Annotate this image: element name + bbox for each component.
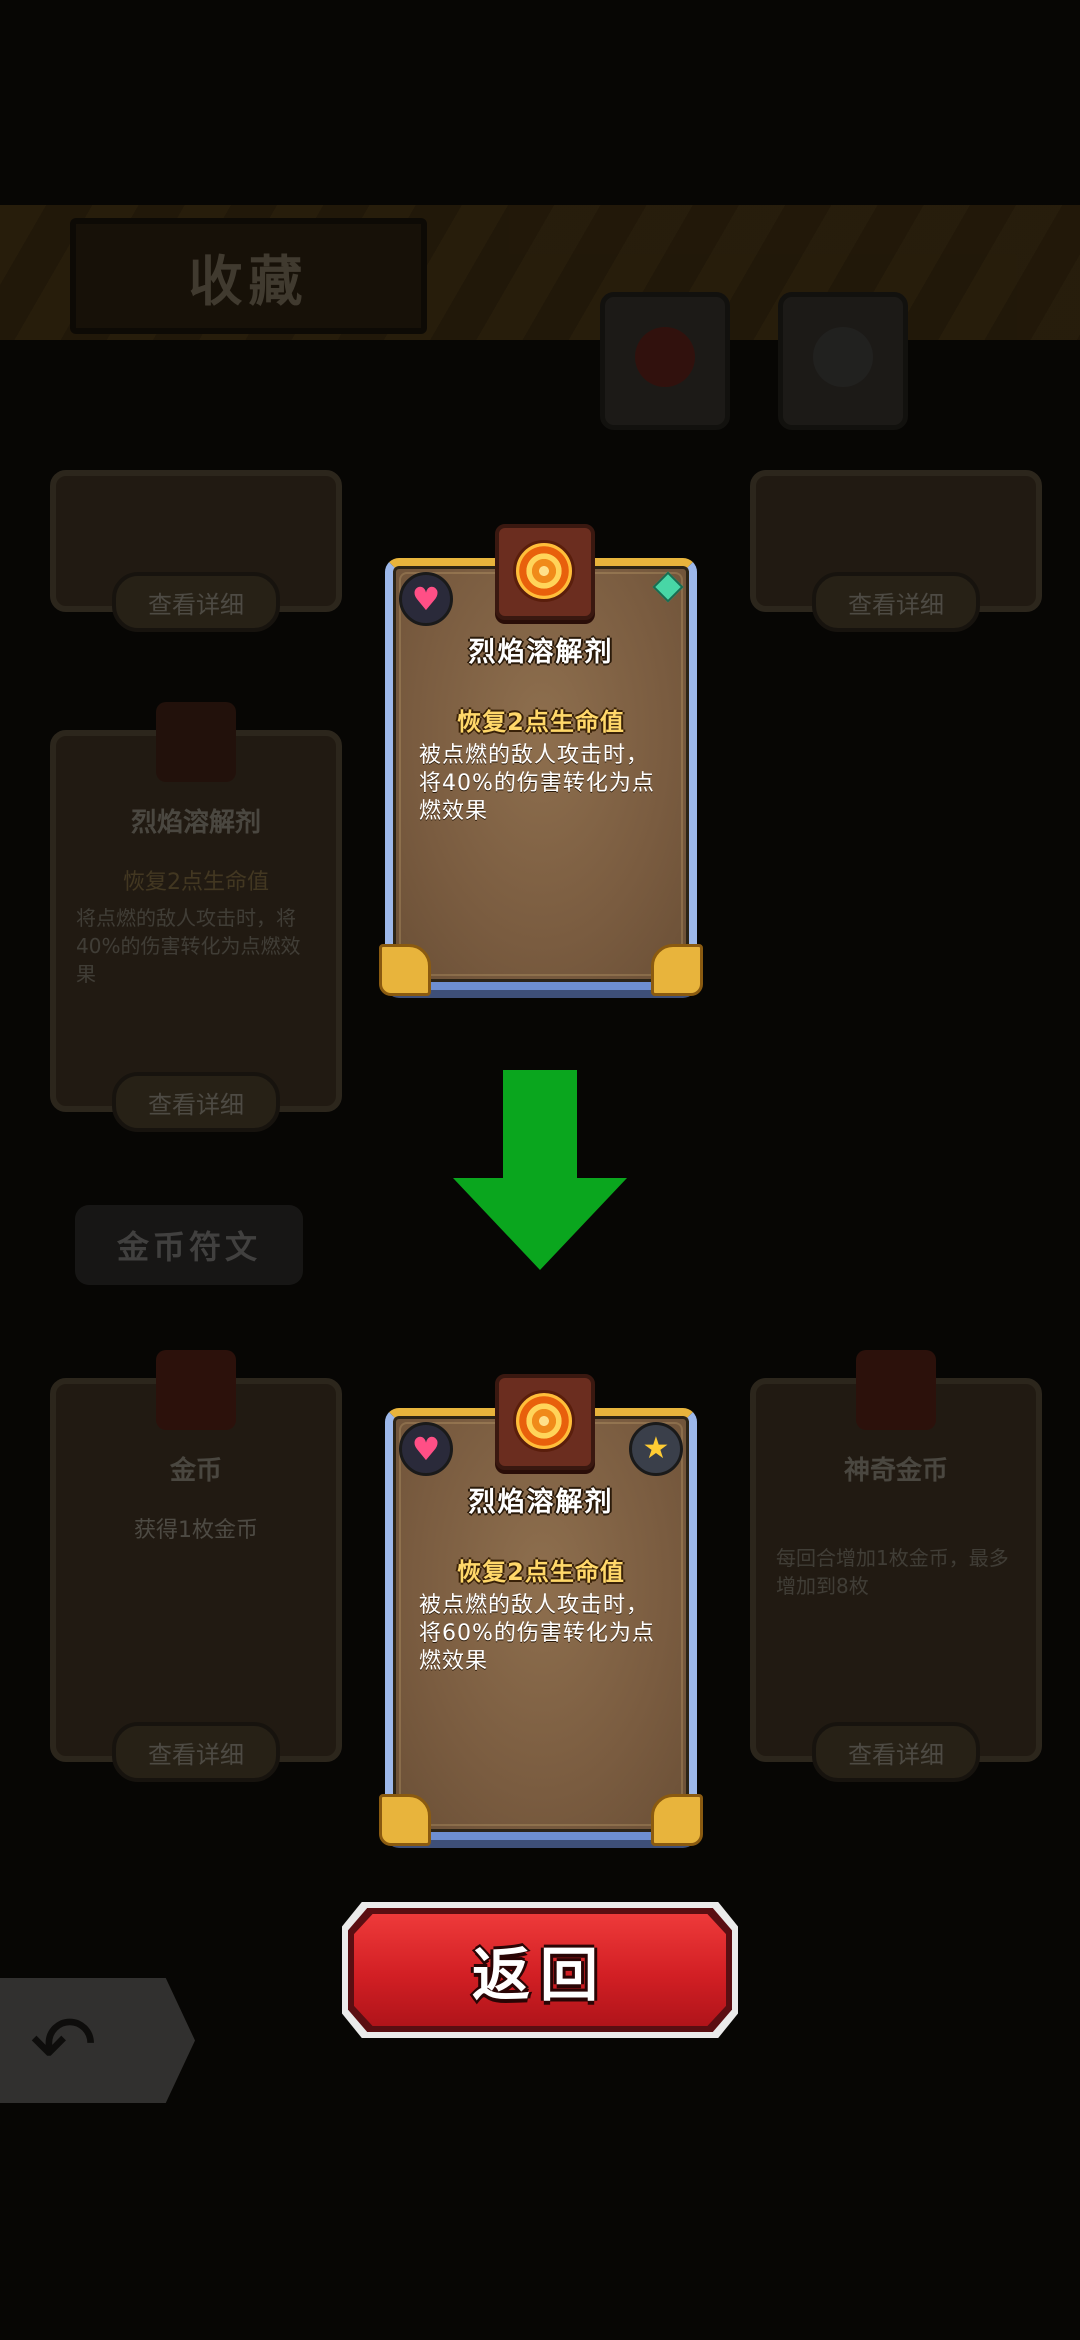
corner-ornament xyxy=(651,944,703,996)
detail-button[interactable]: 查看详细 xyxy=(812,572,980,632)
rune-card-before: ♥ 烈焰溶解剂 恢复2点生命值 被点燃的敌人攻击时，将40%的伤害转化为点燃效果 xyxy=(379,524,703,996)
heart-icon: ♥ xyxy=(399,1422,453,1476)
bg-card-top-left[interactable]: 查看详细 xyxy=(50,470,342,632)
upgrade-arrow-icon xyxy=(453,1070,627,1270)
detail-button[interactable]: 查看详细 xyxy=(112,1722,280,1782)
card-frame: ♥ ★ 烈焰溶解剂 恢复2点生命值 被点燃的敌人攻击时，将60%的伤害转化为点燃… xyxy=(385,1408,697,1840)
bg-card-top-right[interactable]: 查看详细 xyxy=(750,470,1042,632)
card-effect: 恢复2点生命值 xyxy=(457,708,625,736)
corner-ornament xyxy=(379,1794,431,1846)
return-button[interactable]: 返回 xyxy=(342,1902,738,2038)
magician-avatar-icon xyxy=(813,327,873,387)
detail-button[interactable]: 查看详细 xyxy=(112,572,280,632)
card-description: 被点燃的敌人攻击时，将60%的伤害转化为点燃效果 xyxy=(419,1593,655,1674)
corner-ornament xyxy=(379,944,431,996)
viking-avatar-icon xyxy=(635,327,695,387)
gem-icon xyxy=(652,571,684,603)
magic-coin-icon xyxy=(856,1350,936,1430)
bg-card-name: 烈焰溶解剂 xyxy=(130,808,261,838)
back-arrow-icon: ↶ xyxy=(30,1998,98,2091)
bg-card-desc: 将点燃的敌人攻击时，将40%的伤害转化为点燃效果 xyxy=(76,906,301,986)
card-effect: 恢复2点生命值 xyxy=(457,1558,625,1586)
collection-title: 收藏 xyxy=(70,218,427,334)
bg-card-magic-coin[interactable]: 神奇金币 每回合增加1枚金币，最多增加到8枚 查看详细 xyxy=(750,1350,1042,1782)
card-title: 烈焰溶解剂 xyxy=(468,637,614,668)
bg-card-coin[interactable]: 金币 获得1枚金币 查看详细 xyxy=(50,1350,342,1782)
section-gold-runes: 金币符文 xyxy=(75,1205,303,1285)
card-description: 被点燃的敌人攻击时，将40%的伤害转化为点燃效果 xyxy=(419,743,655,824)
bg-card-effect: 获得1枚金币 xyxy=(134,1518,258,1543)
detail-button[interactable]: 查看详细 xyxy=(812,1722,980,1782)
card-title: 烈焰溶解剂 xyxy=(468,1487,614,1518)
hero-tab-magician[interactable] xyxy=(778,292,908,430)
bg-card-name: 神奇金币 xyxy=(843,1456,948,1486)
bg-card-name: 金币 xyxy=(169,1456,222,1486)
hero-tab-viking[interactable] xyxy=(600,292,730,430)
star-icon: ★ xyxy=(629,1422,683,1476)
bg-card-flame[interactable]: 烈焰溶解剂 恢复2点生命值 将点燃的敌人攻击时，将40%的伤害转化为点燃效果 查… xyxy=(50,702,342,1132)
bg-card-desc: 每回合增加1枚金币，最多增加到8枚 xyxy=(776,1546,1009,1598)
rune-card-after: ♥ ★ 烈焰溶解剂 恢复2点生命值 被点燃的敌人攻击时，将60%的伤害转化为点燃… xyxy=(379,1374,703,1846)
card-frame: ♥ 烈焰溶解剂 恢复2点生命值 被点燃的敌人攻击时，将40%的伤害转化为点燃效果 xyxy=(385,558,697,990)
fire-rune-icon xyxy=(513,540,575,602)
detail-button[interactable]: 查看详细 xyxy=(112,1072,280,1132)
back-button[interactable]: ↶ xyxy=(0,1978,195,2103)
heart-icon: ♥ xyxy=(399,572,453,626)
fire-rune-icon xyxy=(156,702,236,782)
corner-ornament xyxy=(651,1794,703,1846)
return-button-label: 返回 xyxy=(471,1941,608,2009)
fire-rune-icon xyxy=(513,1390,575,1452)
rune-cap xyxy=(495,1374,595,1470)
rune-cap xyxy=(495,524,595,620)
bg-card-effect: 恢复2点生命值 xyxy=(123,870,269,895)
coin-icon xyxy=(156,1350,236,1430)
